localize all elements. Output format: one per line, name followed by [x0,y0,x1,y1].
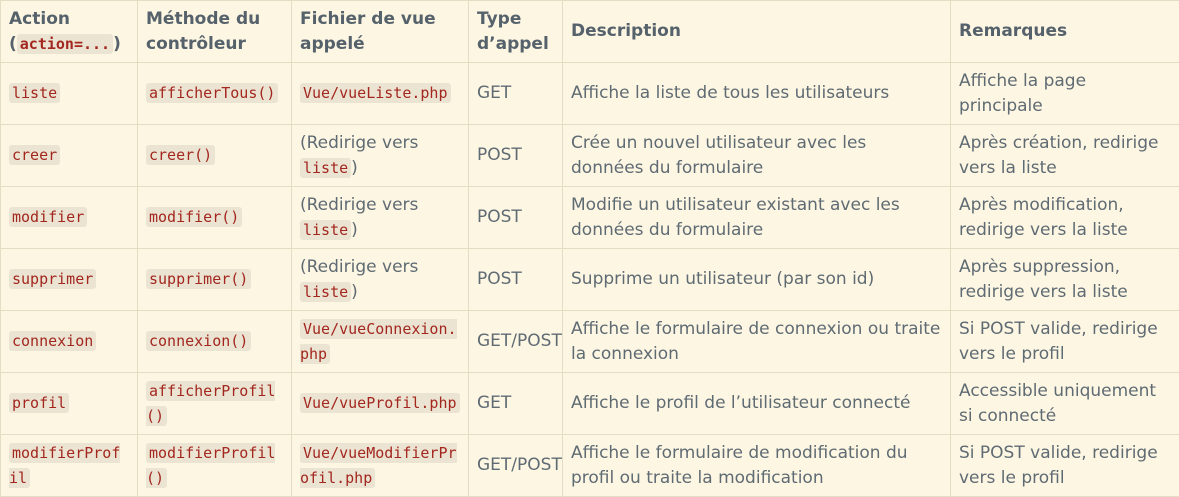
method-code: modifierProfil() [146,443,275,488]
view-code: Vue/vueModifierProfil.php [300,443,457,488]
cell-action: creer [1,125,138,187]
view-prefix: (Redirige vers [300,257,418,277]
view-code: Vue/vueProfil.php [300,393,460,413]
method-code: creer() [146,145,215,165]
action-code: modifierProfil [9,443,120,488]
header-method: Méthode du contrôleur [138,1,292,63]
action-code: profil [9,393,69,413]
cell-description: Modifie un utilisateur existant avec les… [563,187,951,249]
cell-method: modifierProfil() [138,435,292,497]
action-code: creer [9,145,60,165]
method-code: modifier() [146,207,242,227]
cell-method: afficherProfil() [138,373,292,435]
cell-remarks: Si POST valide, redirige vers le profil [951,435,1179,497]
action-code: connexion [9,331,96,351]
cell-description: Crée un nouvel utilisateur avec les donn… [563,125,951,187]
header-action: Action (action=...) [1,1,138,63]
cell-type: GET [469,63,563,125]
cell-method: connexion() [138,311,292,373]
cell-remarks: Si POST valide, redirige vers le profil [951,311,1179,373]
view-code: Vue/vueConnexion.php [300,319,457,364]
view-suffix: ) [351,158,358,178]
cell-view: Vue/vueConnexion.php [292,311,469,373]
header-action-paren-close: ) [113,34,121,54]
table-row: profil afficherProfil() Vue/vueProfil.ph… [1,373,1179,435]
cell-view: (Redirige vers liste) [292,249,469,311]
cell-action: modifier [1,187,138,249]
cell-type: GET [469,373,563,435]
cell-action: liste [1,63,138,125]
view-code: liste [300,158,351,178]
header-action-paren-open: ( [9,34,17,54]
cell-description: Affiche le profil de l’utilisateur conne… [563,373,951,435]
view-prefix: (Redirige vers [300,195,418,215]
cell-type: GET/POST [469,311,563,373]
cell-type: POST [469,125,563,187]
table-row: supprimer supprimer() (Redirige vers list… [1,249,1179,311]
cell-view: (Redirige vers liste) [292,187,469,249]
cell-description: Affiche la liste de tous les utilisateur… [563,63,951,125]
cell-method: creer() [138,125,292,187]
header-view: Fichier de vue appelé [292,1,469,63]
cell-view: Vue/vueModifierProfil.php [292,435,469,497]
cell-action: modifierProfil [1,435,138,497]
view-suffix: ) [351,282,358,302]
view-code: Vue/vueListe.php [300,83,451,103]
action-code: liste [9,83,60,103]
cell-view: Vue/vueProfil.php [292,373,469,435]
view-suffix: ) [351,220,358,240]
view-code: liste [300,220,351,240]
table-header-row: Action (action=...) Méthode du contrôleur… [1,1,1179,63]
table-row: creer creer() (Redirige versliste) POST … [1,125,1179,187]
view-code: liste [300,282,351,302]
cell-remarks: Accessible uniquement si connecté [951,373,1179,435]
header-action-label: Action [9,9,70,29]
method-code: afficherTous() [146,83,278,103]
cell-remarks: Après suppression, redirige vers la list… [951,249,1179,311]
action-code: supprimer [9,269,96,289]
cell-type: GET/POST [469,435,563,497]
cell-description: Supprime un utilisateur (par son id) [563,249,951,311]
routes-table: Action (action=...) Méthode du contrôleur… [0,0,1179,497]
header-type: Type d’appel [469,1,563,63]
cell-method: afficherTous() [138,63,292,125]
method-code: connexion() [146,331,251,351]
cell-view: (Redirige vers liste) [292,125,469,187]
cell-method: modifier() [138,187,292,249]
cell-view: Vue/vueListe.php [292,63,469,125]
method-code: afficherProfil() [146,381,275,426]
view-prefix: (Redirige vers [300,133,418,153]
table-row: modifierProfil modifierProfil() Vue/vueM… [1,435,1179,497]
cell-action: supprimer [1,249,138,311]
cell-description: Affiche le formulaire de modification du… [563,435,951,497]
cell-remarks: Après modification, redirige vers la lis… [951,187,1179,249]
cell-remarks: Après création, redirige vers la liste [951,125,1179,187]
header-action-code: action=... [17,34,113,54]
cell-method: supprimer() [138,249,292,311]
header-description: Description [563,1,951,63]
table-row: liste afficherTous() Vue/vueListe.php GE… [1,63,1179,125]
cell-type: POST [469,187,563,249]
cell-description: Affiche le formulaire de connexion ou tr… [563,311,951,373]
cell-type: POST [469,249,563,311]
action-code: modifier [9,207,87,227]
cell-action: profil [1,373,138,435]
table-row: modifier modifier() (Redirige vers liste)… [1,187,1179,249]
cell-action: connexion [1,311,138,373]
cell-remarks: Affiche la page principale [951,63,1179,125]
method-code: supprimer() [146,269,251,289]
header-remarks: Remarques [951,1,1179,63]
table-row: connexion connexion() Vue/vueConnexion.p… [1,311,1179,373]
